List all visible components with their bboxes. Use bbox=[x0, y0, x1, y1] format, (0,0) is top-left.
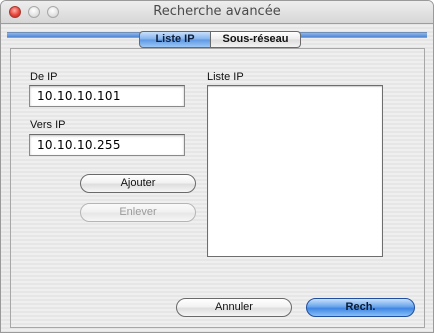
ip-list-box[interactable] bbox=[207, 85, 383, 257]
advanced-search-window: Recherche avancée Liste IP Sous-réseau D… bbox=[0, 0, 434, 333]
ip-list-label: Liste IP bbox=[207, 71, 244, 83]
search-button[interactable]: Rech. bbox=[306, 298, 415, 317]
remove-button[interactable]: Enlever bbox=[80, 203, 196, 222]
tab-ip-list[interactable]: Liste IP bbox=[139, 31, 211, 48]
title-bar: Recherche avancée bbox=[1, 1, 433, 24]
cancel-button[interactable]: Annuler bbox=[176, 298, 292, 317]
tab-subnet[interactable]: Sous-réseau bbox=[211, 31, 301, 48]
from-ip-field[interactable]: 10.10.10.101 bbox=[29, 85, 185, 107]
to-ip-label: Vers IP bbox=[30, 119, 66, 131]
add-button[interactable]: Ajouter bbox=[80, 174, 196, 193]
to-ip-field[interactable]: 10.10.10.255 bbox=[29, 134, 185, 156]
window-title: Recherche avancée bbox=[153, 4, 281, 19]
from-ip-label: De IP bbox=[30, 71, 58, 83]
